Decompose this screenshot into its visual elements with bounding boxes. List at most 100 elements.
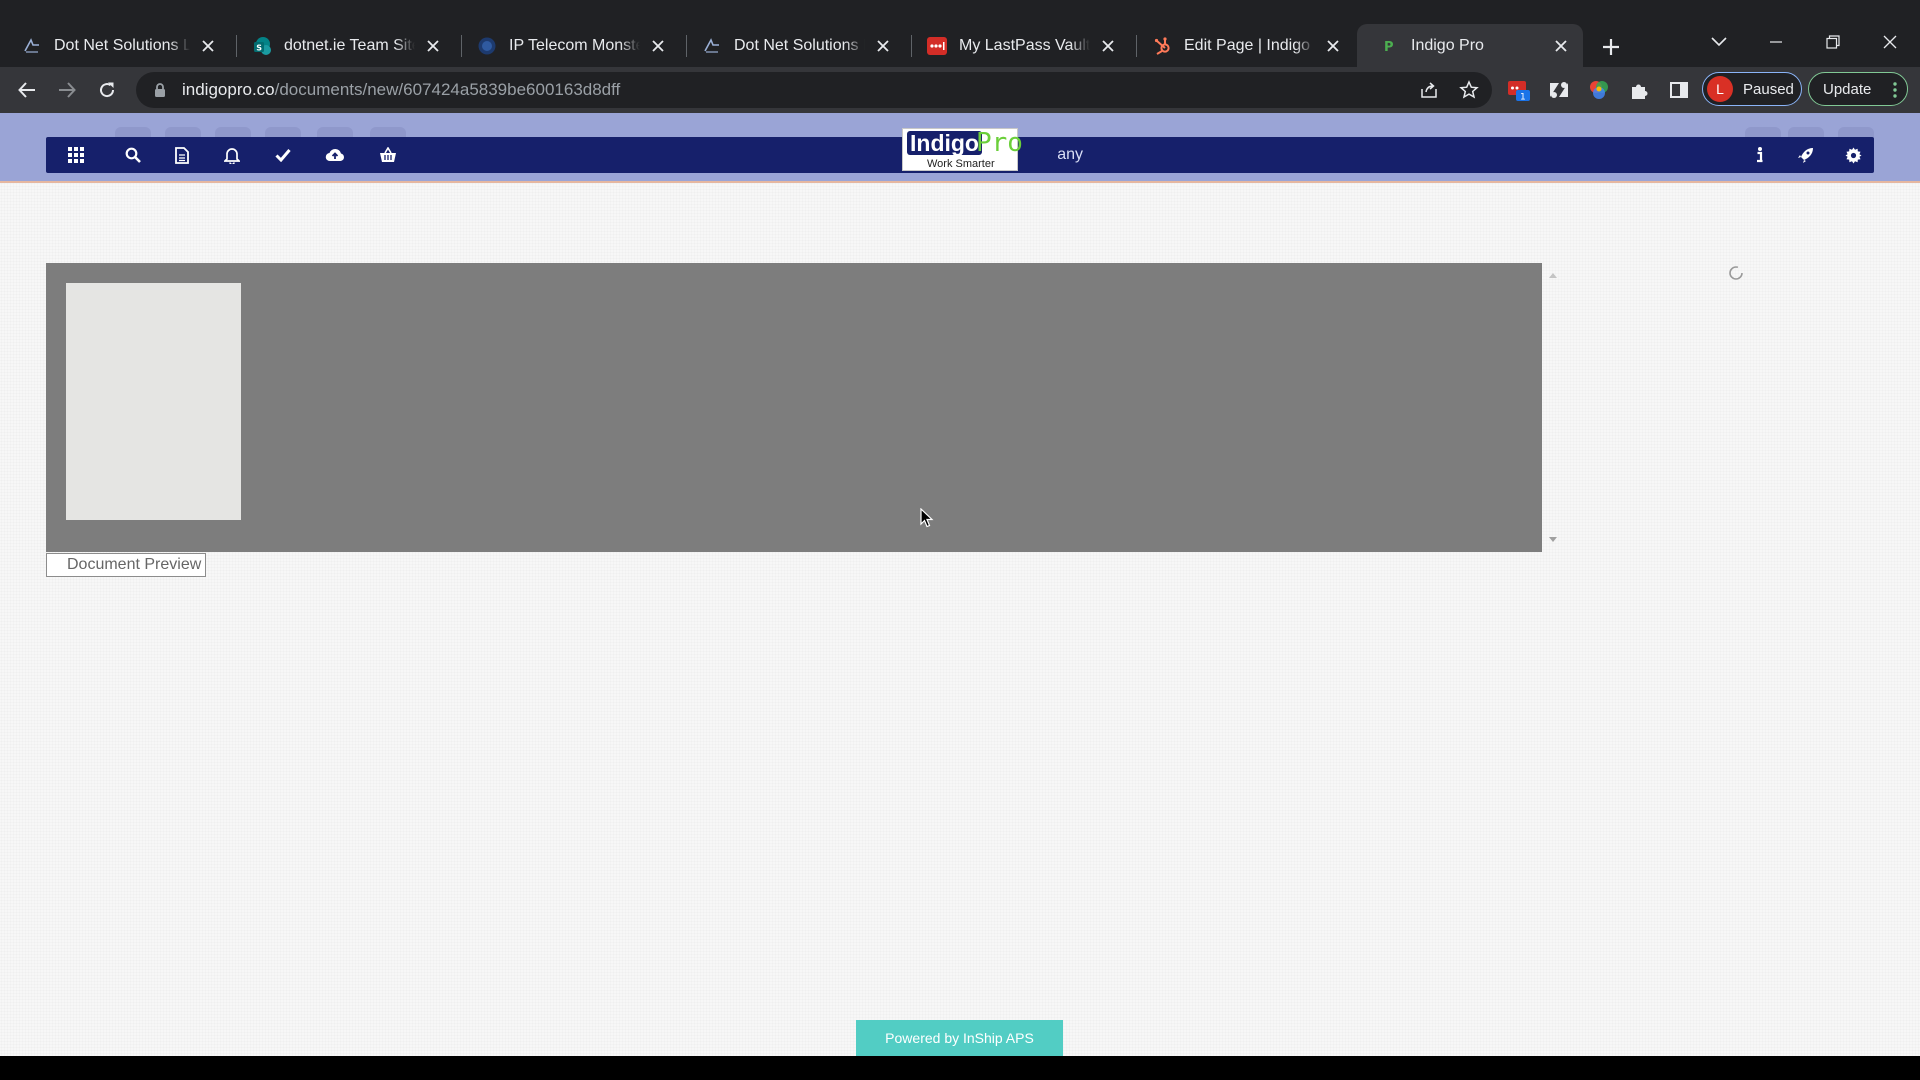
browser-tab[interactable]: Edit Page | Indigo Pro — [1130, 24, 1355, 67]
bookmark-button[interactable] — [1458, 79, 1480, 101]
document-viewer[interactable] — [46, 263, 1542, 552]
minimize-icon — [1770, 41, 1782, 43]
tasks-button[interactable] — [273, 145, 293, 165]
close-icon — [1883, 35, 1897, 49]
svg-text:S: S — [256, 43, 262, 52]
back-button[interactable] — [14, 77, 40, 103]
launch-button[interactable] — [1795, 145, 1815, 165]
cloud-upload-icon — [325, 148, 344, 162]
close-icon[interactable] — [198, 36, 218, 56]
address-bar[interactable]: indigopro.co/documents/new/607424a5839be… — [136, 72, 1492, 108]
page-content: Maany Indigo Pro Work Smarter — [0, 113, 1920, 1056]
browser-tab[interactable]: S dotnet.ie Team Site - \ — [230, 24, 455, 67]
reload-button[interactable] — [94, 77, 120, 103]
close-icon[interactable] — [1551, 36, 1571, 56]
close-icon[interactable] — [873, 36, 893, 56]
tab-title: dotnet.ie Team Site - \ — [284, 36, 415, 54]
more-vert-icon — [1893, 82, 1897, 98]
documents-button[interactable] — [172, 145, 192, 165]
restore-icon — [1826, 35, 1840, 49]
profile-button[interactable]: L Paused — [1702, 72, 1802, 106]
document-icon — [175, 146, 189, 164]
tab-title: Dot Net Solutions Ltd — [54, 36, 190, 54]
basket-button[interactable] — [378, 145, 398, 165]
close-window-button[interactable] — [1878, 30, 1902, 54]
forward-button[interactable] — [54, 77, 80, 103]
update-label: Update — [1823, 80, 1872, 98]
close-icon[interactable] — [1098, 36, 1118, 56]
scroll-down-button[interactable] — [1547, 534, 1559, 544]
browser-tab[interactable]: Dot Net Solutions Ltd — [0, 24, 230, 67]
close-icon[interactable] — [423, 36, 443, 56]
powered-by-banner[interactable]: Powered by InShip APS — [856, 1020, 1063, 1056]
restore-button[interactable] — [1821, 30, 1845, 54]
document-page-thumbnail[interactable] — [66, 283, 241, 520]
side-panel-icon — [1670, 82, 1688, 98]
tab-title: Edit Page | Indigo Pro — [1184, 36, 1315, 54]
browser-tab[interactable]: Dot Net Solutions Ltd — [680, 24, 905, 67]
upload-button[interactable] — [325, 145, 345, 165]
puzzle-icon — [1632, 84, 1648, 99]
close-icon[interactable] — [648, 36, 668, 56]
extensions-button[interactable] — [1627, 78, 1651, 102]
side-panel-button[interactable] — [1667, 78, 1691, 102]
apps-grid-icon — [68, 147, 84, 163]
app-header: Maany Indigo Pro Work Smarter — [0, 113, 1920, 183]
notifications-button[interactable] — [222, 145, 242, 165]
window-bottom-bar — [0, 1056, 1920, 1080]
indigo-pro-icon: P — [1379, 36, 1399, 56]
dotnet-logo-icon — [702, 36, 722, 56]
triangle-down-icon — [1549, 536, 1557, 542]
info-button[interactable] — [1750, 145, 1770, 165]
zendesk-extension-button[interactable] — [1547, 78, 1571, 102]
svg-text:P: P — [1384, 40, 1394, 55]
apps-grid-button[interactable] — [66, 145, 86, 165]
tab-search-button[interactable] — [1707, 30, 1731, 54]
loading-spinner-icon — [1729, 266, 1743, 280]
check-icon — [275, 149, 291, 162]
extension-badge: 1 — [1520, 93, 1526, 103]
minimize-button[interactable] — [1764, 30, 1788, 54]
chevron-down-icon — [1711, 37, 1727, 47]
ip-telecom-icon — [477, 36, 497, 56]
scroll-up-button[interactable] — [1547, 270, 1559, 280]
hubspot-icon — [1152, 36, 1172, 56]
dotnet-logo-icon — [22, 36, 42, 56]
reload-icon — [100, 82, 115, 98]
avatar: L — [1707, 76, 1733, 102]
lastpass-icon — [927, 36, 947, 56]
new-tab-button[interactable] — [1598, 34, 1624, 60]
settings-button[interactable] — [1843, 145, 1863, 165]
logo-word-pro: Pro — [976, 128, 1023, 158]
lock-icon[interactable] — [152, 82, 168, 98]
profile-status: Paused — [1743, 80, 1794, 98]
rocket-icon — [1797, 147, 1813, 163]
url-path: /documents/new/607424a5839be600163d8dff — [274, 80, 621, 99]
search-icon — [125, 147, 141, 163]
gear-icon — [1845, 147, 1861, 163]
lastpass-icon: 1 — [1508, 81, 1530, 103]
bell-icon — [224, 147, 240, 164]
tab-strip: Dot Net Solutions Ltd S dotnet.ie Team S… — [0, 0, 1920, 67]
color-picker-extension-button[interactable] — [1587, 78, 1611, 102]
arrow-left-icon — [18, 82, 35, 98]
update-button[interactable]: Update — [1808, 72, 1908, 106]
indigo-pro-logo[interactable]: Indigo Pro Work Smarter — [902, 128, 1023, 171]
sharepoint-icon: S — [252, 36, 272, 56]
browser-tab-active[interactable]: P Indigo Pro — [1357, 24, 1583, 67]
lastpass-extension-button[interactable]: 1 — [1507, 78, 1531, 102]
browser-tab[interactable]: IP Telecom Monster U — [455, 24, 680, 67]
tab-title: My LastPass Vault — [959, 36, 1090, 54]
document-preview-tab[interactable]: Document Preview — [46, 553, 207, 577]
tab-title: Dot Net Solutions Ltd — [734, 36, 865, 54]
logo-tagline: Work Smarter — [927, 158, 995, 170]
search-button[interactable] — [123, 145, 143, 165]
tab-title: Indigo Pro — [1411, 36, 1484, 54]
close-icon[interactable] — [1323, 36, 1343, 56]
triangle-up-icon — [1549, 272, 1557, 278]
browser-tab[interactable]: My LastPass Vault — [905, 24, 1130, 67]
share-button[interactable] — [1418, 79, 1440, 101]
zendesk-icon — [1550, 82, 1568, 98]
share-icon — [1421, 82, 1437, 98]
logo-word-indigo: Indigo — [907, 131, 982, 155]
